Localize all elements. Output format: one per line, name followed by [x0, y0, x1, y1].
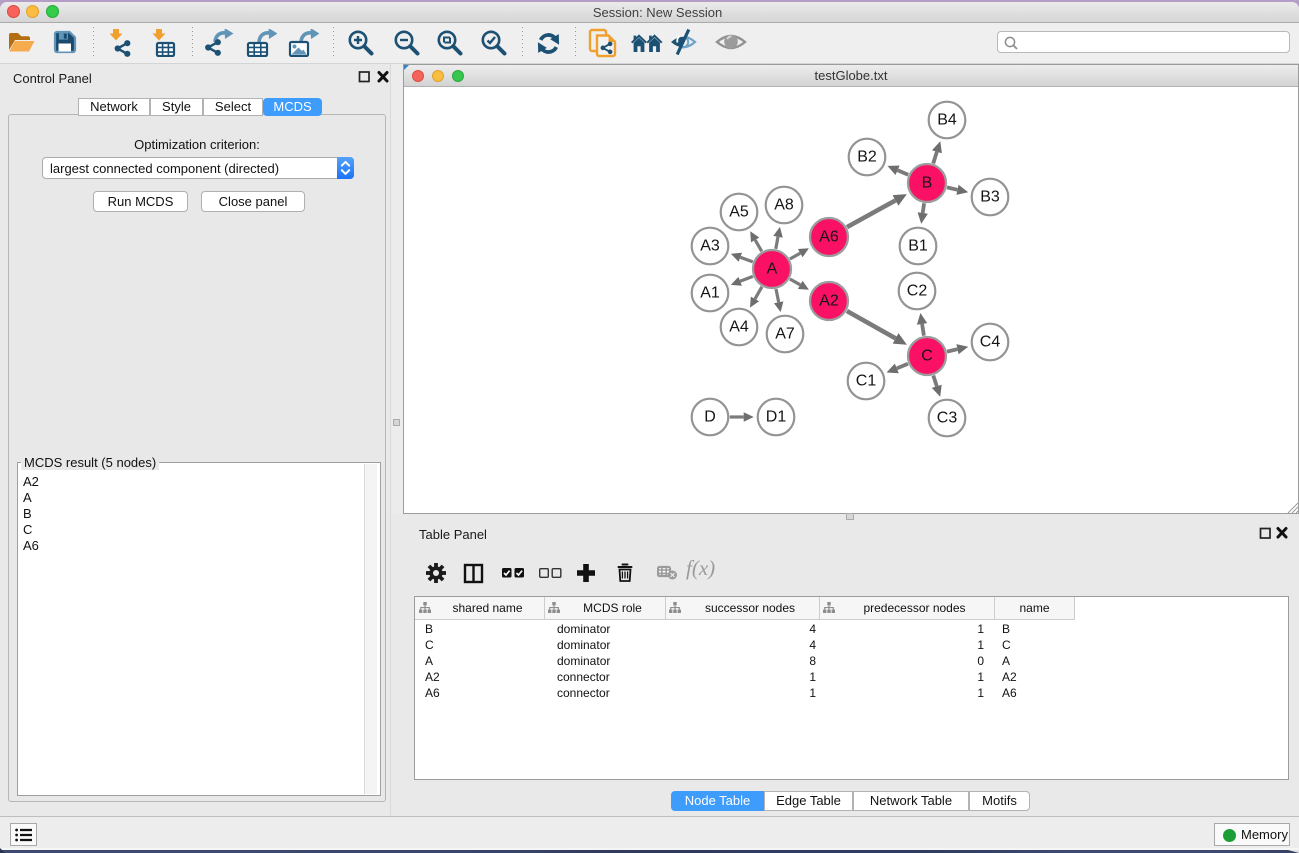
svg-text:A4: A4 [729, 319, 749, 336]
svg-text:C: C [921, 348, 933, 365]
svg-text:C3: C3 [937, 410, 958, 427]
svg-text:A3: A3 [700, 238, 720, 255]
svg-text:A7: A7 [775, 326, 795, 343]
svg-text:C4: C4 [980, 334, 1001, 351]
svg-text:A2: A2 [819, 293, 839, 310]
svg-text:A: A [767, 261, 778, 278]
svg-text:B2: B2 [857, 149, 877, 166]
svg-text:A1: A1 [700, 285, 720, 302]
svg-text:C2: C2 [907, 283, 928, 300]
svg-text:B1: B1 [908, 238, 928, 255]
svg-text:A8: A8 [774, 197, 794, 214]
svg-text:f(x): f(x) [686, 557, 715, 580]
svg-text:B3: B3 [980, 189, 1000, 206]
svg-text:C1: C1 [856, 373, 877, 390]
svg-text:A6: A6 [819, 229, 839, 246]
svg-text:A5: A5 [729, 204, 749, 221]
svg-text:B4: B4 [937, 112, 957, 129]
svg-text:D: D [704, 409, 716, 426]
svg-text:D1: D1 [766, 409, 787, 426]
svg-text:B: B [922, 175, 933, 192]
